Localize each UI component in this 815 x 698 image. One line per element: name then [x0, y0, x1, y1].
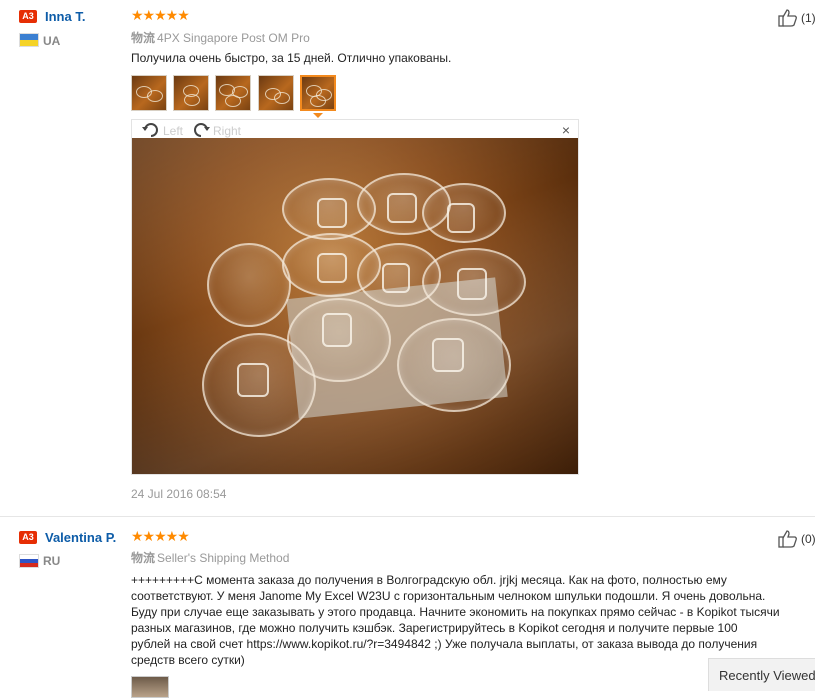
recently-viewed-button[interactable]: Recently Viewed	[708, 658, 815, 691]
reviewer-country: UA	[43, 34, 61, 48]
close-icon[interactable]: ×	[562, 123, 570, 137]
shipping-method: 物流 4PX Singapore Post OM Pro	[131, 29, 310, 46]
review-text-line: соответствуют. У меня Janome My Excel W2…	[131, 589, 766, 603]
star-rating: ★★★★★	[131, 528, 190, 544]
rotate-right-label: Right	[213, 124, 242, 138]
photo-thumbnail[interactable]	[173, 75, 209, 111]
rotate-left-label: Left	[163, 124, 184, 138]
rotate-left-button[interactable]: Left	[141, 121, 191, 139]
reviewer-country: RU	[43, 554, 61, 568]
rotate-left-icon	[142, 123, 158, 137]
review-text-line: +++++++++С момента заказа до получения в…	[131, 573, 727, 587]
shipping-value: Seller's Shipping Method	[157, 551, 290, 565]
buyer-level-badge: A3	[19, 10, 37, 23]
rotate-right-icon	[194, 123, 210, 137]
thumbs-up-icon	[778, 9, 797, 27]
reviewer-name[interactable]: Inna T.	[45, 9, 85, 24]
like-button[interactable]	[778, 529, 798, 554]
like-count: (1)	[801, 11, 815, 25]
review-photo[interactable]	[132, 138, 578, 474]
photo-thumbnail[interactable]	[258, 75, 294, 111]
flag-ru-icon	[19, 554, 39, 568]
review-text-line: Буду при случае еще заказывать у этого п…	[131, 605, 780, 619]
photo-viewer: Left Right ×	[131, 119, 579, 475]
shipping-value: 4PX Singapore Post OM Pro	[157, 31, 310, 45]
star-rating: ★★★★★	[131, 7, 190, 23]
reviewer-name[interactable]: Valentina P.	[45, 530, 116, 545]
like-count: (0)	[801, 532, 815, 546]
rotate-right-button[interactable]: Right	[191, 121, 251, 139]
flag-ua-icon	[19, 33, 39, 47]
review-item: A3 Valentina P. RU ★★★★★ 物流 Seller's Ship…	[0, 516, 815, 692]
active-thumbnail-indicator	[313, 113, 323, 118]
review-text-line: рублей на свой счет https://www.kopikot.…	[131, 637, 758, 651]
photo-thumbnail-active[interactable]	[300, 75, 336, 111]
review-text: +++++++++С момента заказа до получения в…	[131, 572, 780, 668]
review-text: Получила очень быстро, за 15 дней. Отлич…	[131, 51, 452, 65]
photo-thumbnail[interactable]	[131, 75, 167, 111]
photo-thumbnail[interactable]	[131, 676, 169, 698]
thumbs-up-icon	[778, 530, 797, 548]
review-item: A3 Inna T. UA ★★★★★ 物流 4PX Singapore Post…	[0, 0, 815, 516]
review-text-line: средств всего сутки)	[131, 653, 245, 667]
shipping-label: 物流	[131, 31, 156, 45]
review-text-line: разных магазинов, где можно получить кэш…	[131, 621, 738, 635]
photo-thumbnail[interactable]	[215, 75, 251, 111]
shipping-method: 物流 Seller's Shipping Method	[131, 549, 289, 566]
shipping-label: 物流	[131, 551, 156, 565]
review-date: 24 Jul 2016 08:54	[131, 487, 227, 501]
buyer-level-badge: A3	[19, 531, 37, 544]
like-button[interactable]	[778, 8, 798, 33]
